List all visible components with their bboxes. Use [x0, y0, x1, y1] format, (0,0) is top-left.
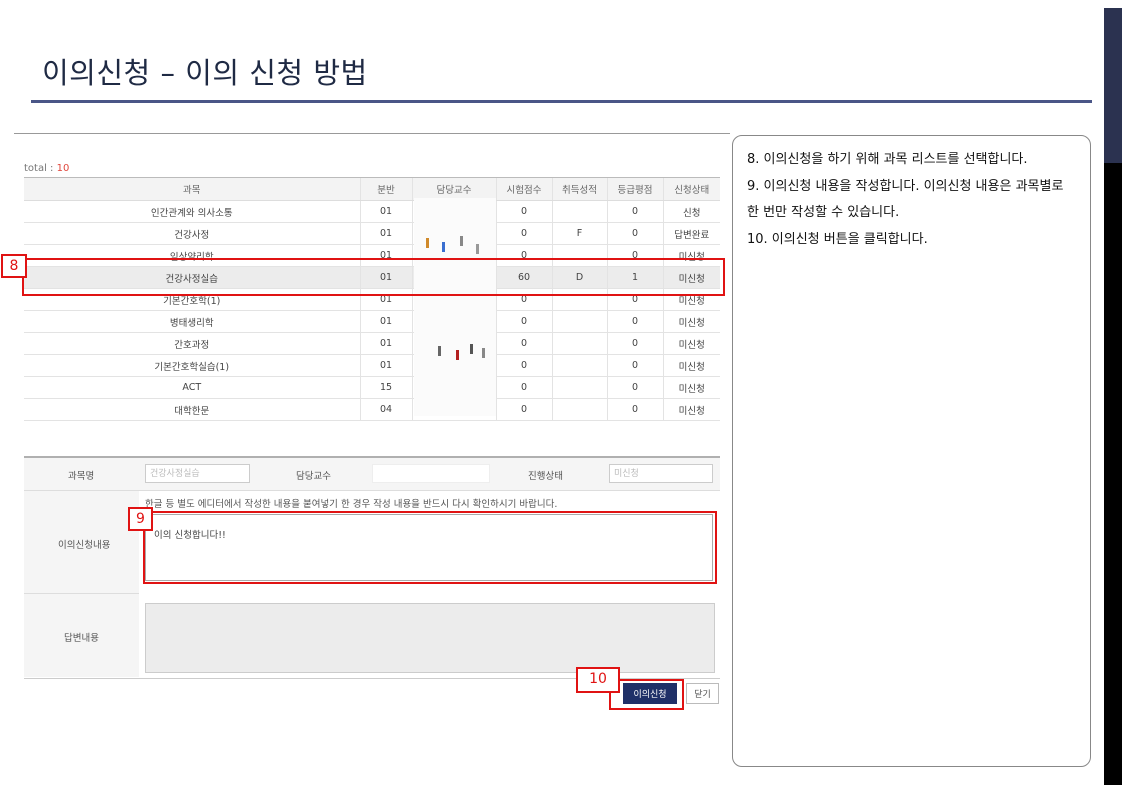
cell-section: 01: [359, 310, 412, 333]
cell-gpa: 0: [606, 376, 663, 399]
cell-grade: [551, 376, 607, 399]
cell-gpa: 0: [606, 222, 663, 245]
callout-9-highlight: [143, 511, 717, 584]
cell-section: 01: [359, 332, 412, 355]
cell-gpa: 0: [606, 332, 663, 355]
screenshot-panel: total : 10 과목 분반 담당교수 시험점수 취득성적 등급평점 신청상…: [14, 133, 730, 753]
cell-status: 답변완료: [662, 222, 720, 245]
panel-top-border: [14, 133, 730, 134]
cell-gpa: 0: [606, 398, 663, 421]
col-header-course: 과목: [24, 177, 360, 201]
callout-10-highlight: [609, 679, 684, 710]
cell-section: 01: [359, 222, 412, 245]
cell-status: 미신청: [662, 354, 720, 377]
total-number: 10: [56, 163, 70, 174]
table-row[interactable]: 병태생리학 01 0 0 미신청: [24, 310, 720, 333]
cell-status: 미신청: [662, 376, 720, 399]
table-row[interactable]: 간호과정 01 0 0 미신청: [24, 332, 720, 355]
cell-section: 01: [359, 200, 412, 223]
cell-score: 0: [495, 310, 552, 333]
table-row[interactable]: 인간관계와 의사소통 01 0 0 신청: [24, 200, 720, 223]
answer-label: 답변내용: [64, 633, 99, 644]
cell-status: 미신청: [662, 310, 720, 333]
course-name-field[interactable]: 건강사정실습: [145, 464, 250, 483]
side-dark-bar: [1104, 163, 1122, 785]
instruction-step-10: 10. 이의신청 버튼을 클릭합니다.: [747, 231, 928, 247]
cell-score: 0: [495, 200, 552, 223]
content-label: 이의신청내용: [58, 540, 111, 551]
cell-score: 0: [495, 222, 552, 245]
title-divider: [31, 100, 1092, 103]
professor-blurred-area: [414, 198, 496, 416]
cell-section: 15: [359, 376, 412, 399]
table-header-row: 과목 분반 담당교수 시험점수 취득성적 등급평점 신청상태: [24, 177, 720, 201]
cell-grade: [551, 310, 607, 333]
close-button[interactable]: 닫기: [686, 683, 719, 704]
table-row[interactable]: 건강사정 01 0 F 0 답변완료: [24, 222, 720, 245]
cell-course: ACT: [24, 376, 360, 399]
cell-course: 건강사정: [24, 222, 360, 245]
callout-8-number: 8: [1, 254, 27, 278]
instruction-step-8: 8. 이의신청을 하기 위해 과목 리스트를 선택합니다.: [747, 152, 1028, 167]
cell-section: 01: [359, 354, 412, 377]
cell-status: 미신청: [662, 398, 720, 421]
col-header-grade: 취득성적: [551, 177, 607, 201]
cell-course: 인간관계와 의사소통: [24, 200, 360, 223]
content-label-cell: 이의신청내용: [24, 491, 139, 594]
cell-course: 대학한문: [24, 398, 360, 421]
instruction-panel: 8. 이의신청을 하기 위해 과목 리스트를 선택합니다. 9. 이의신청 내용…: [732, 135, 1091, 767]
cell-score: 0: [495, 398, 552, 421]
cell-grade: [551, 200, 607, 223]
cell-gpa: 0: [606, 354, 663, 377]
slide-title: 이의신청 – 이의 신청 방법: [42, 56, 368, 90]
table-row[interactable]: 기본간호학실습(1) 01 0 0 미신청: [24, 354, 720, 377]
professor-field: [372, 464, 490, 483]
cell-status: 신청: [662, 200, 720, 223]
cell-grade: [551, 354, 607, 377]
cell-score: 0: [495, 332, 552, 355]
answer-textarea: [145, 603, 715, 673]
paste-warning-text: 한글 등 별도 에디터에서 작성한 내용을 붙여넣기 한 경우 작성 내용을 반…: [145, 499, 558, 510]
cell-section: 04: [359, 398, 412, 421]
cell-gpa: 0: [606, 200, 663, 223]
callout-8-highlight: [22, 258, 725, 296]
status-label: 진행상태: [528, 471, 563, 482]
col-header-score: 시험점수: [495, 177, 552, 201]
col-header-status: 신청상태: [662, 177, 720, 201]
col-header-section: 분반: [359, 177, 412, 201]
course-table: 과목 분반 담당교수 시험점수 취득성적 등급평점 신청상태 인간관계와 의사소…: [24, 177, 720, 421]
cell-score: 0: [495, 376, 552, 399]
side-accent-bar: [1104, 8, 1122, 163]
cell-status: 미신청: [662, 332, 720, 355]
answer-label-cell: 답변내용: [24, 594, 139, 677]
status-field: 미신청: [609, 464, 713, 483]
cell-course: 병태생리학: [24, 310, 360, 333]
cell-course: 간호과정: [24, 332, 360, 355]
cell-grade: [551, 332, 607, 355]
cell-grade: F: [551, 222, 607, 245]
col-header-gpa: 등급평점: [606, 177, 663, 201]
total-count: total : 10: [24, 163, 69, 174]
callout-9-number: 9: [128, 507, 153, 531]
cell-course: 기본간호학실습(1): [24, 354, 360, 377]
professor-label: 담당교수: [296, 471, 331, 482]
table-row[interactable]: ACT 15 0 0 미신청: [24, 376, 720, 399]
cell-grade: [551, 398, 607, 421]
cell-gpa: 0: [606, 310, 663, 333]
table-row[interactable]: 대학한문 04 0 0 미신청: [24, 398, 720, 421]
cell-score: 0: [495, 354, 552, 377]
instruction-step-9: 9. 이의신청 내용을 작성합니다. 이의신청 내용은 과목별로 한 번만 작성…: [747, 178, 1064, 221]
total-label: total :: [24, 163, 54, 174]
callout-10-number: 10: [576, 667, 620, 693]
form-header-row: 과목명 건강사정실습 담당교수 진행상태 미신청: [24, 458, 720, 491]
course-name-label: 과목명: [68, 471, 95, 482]
